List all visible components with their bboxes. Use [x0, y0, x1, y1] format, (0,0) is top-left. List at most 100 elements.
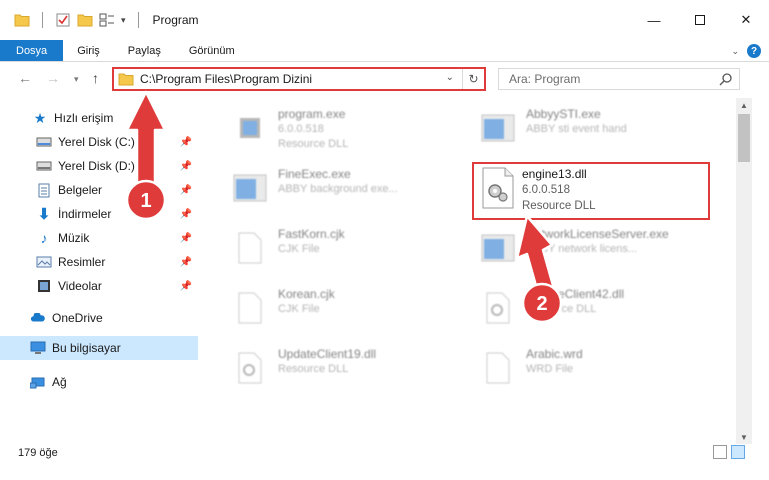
sidebar-item-label: Ağ — [52, 375, 67, 389]
pin-icon: 📌 — [179, 232, 192, 244]
exe-icon — [476, 106, 520, 150]
engine-dll-item[interactable]: engine13.dll 6.0.0.518 Resource DLL — [478, 166, 596, 214]
close-icon: ✕ — [740, 12, 752, 27]
address-bar[interactable]: C:\Program Files\Program Dizini ⌄ ↻ — [112, 67, 486, 91]
list-item[interactable]: NetworkLicenseServer.exe ABBY network lic… — [476, 226, 716, 278]
file-name: program.exe — [278, 107, 346, 121]
list-item[interactable]: program.exe 6.0.0.518 Resource DLL — [228, 106, 468, 158]
sidebar-item-videos[interactable]: Videolar 📌 — [0, 274, 198, 298]
status-bar: 179 öğe — [0, 442, 769, 464]
cloud-icon — [30, 310, 46, 326]
tab-home[interactable]: Giriş — [63, 40, 114, 61]
file-subtitle: WRD File — [526, 363, 574, 375]
dll-gear-icon — [478, 166, 518, 210]
sidebar-item-documents[interactable]: Belgeler 📌 — [0, 178, 198, 202]
file-name: UpdateClient19.dll — [278, 347, 377, 361]
list-item[interactable]: UpdateClient42.dll Resource DLL — [476, 286, 716, 338]
list-item[interactable]: Arabic.wrd WRD File — [476, 346, 716, 398]
minimize-icon: — — [647, 12, 661, 28]
file-icon — [228, 226, 272, 270]
tab-file[interactable]: Dosya — [0, 40, 64, 61]
file-subtitle: ABBY background exe... — [278, 183, 398, 195]
tab-share[interactable]: Paylaş — [114, 40, 175, 61]
file-subtitle: 6.0.0.518 — [278, 123, 324, 135]
file-name: FineExec.exe — [278, 167, 351, 181]
dll-icon — [228, 346, 272, 390]
refresh-icon: ↻ — [468, 72, 479, 86]
view-toggle — [713, 445, 745, 459]
search-input[interactable] — [509, 72, 709, 86]
forward-arrow-icon[interactable]: → — [46, 70, 60, 86]
sidebar-item-label: İndirmeler — [58, 207, 112, 221]
pin-icon: 📌 — [179, 160, 192, 172]
tab-view[interactable]: Görünüm — [175, 40, 249, 61]
list-item[interactable]: FastKorn.cjk CJK File — [228, 226, 468, 278]
expand-ribbon-icon[interactable]: ⌄ — [731, 46, 739, 57]
scroll-up-icon[interactable]: ▲ — [736, 98, 752, 112]
close-button[interactable]: ✕ — [723, 0, 769, 40]
file-version: 6.0.0.518 — [522, 184, 570, 196]
exe-icon — [228, 106, 272, 150]
up-arrow-icon[interactable]: ↑ — [92, 70, 99, 86]
sidebar-item-pictures[interactable]: Resimler 📌 — [0, 250, 198, 274]
recent-locations-icon[interactable]: ▾ — [74, 74, 79, 85]
file-list: program.exe 6.0.0.518 Resource DLL AbbyyST… — [206, 98, 734, 436]
list-item[interactable]: FineExec.exe ABBY background exe... — [228, 166, 468, 218]
sidebar-item-this-pc[interactable]: Bu bilgisayar — [0, 336, 198, 360]
file-icon — [228, 286, 272, 330]
file-subtitle: CJK File — [278, 303, 320, 315]
refresh-button[interactable]: ↻ — [462, 69, 484, 89]
sidebar-item-music[interactable]: ♪ Müzik 📌 — [0, 226, 198, 250]
file-subtitle: ABBY sti event hand — [526, 123, 627, 135]
sidebar-item-network[interactable]: Ağ — [0, 370, 198, 394]
sidebar-item-onedrive[interactable]: OneDrive — [0, 306, 198, 330]
sidebar-item-label: Yerel Disk (D:) — [58, 159, 135, 173]
list-item[interactable]: AbbyySTI.exe ABBY sti event hand — [476, 106, 716, 158]
folder-icon — [118, 73, 134, 86]
maximize-button[interactable] — [677, 0, 723, 40]
folder-icon[interactable] — [14, 13, 30, 27]
file-subtitle: ABBY network licens... — [526, 243, 638, 255]
item-count: 179 öğe — [18, 447, 58, 459]
file-icon — [476, 346, 520, 390]
back-arrow-icon[interactable]: ← — [18, 70, 32, 86]
file-name: FastKorn.cjk — [278, 227, 345, 241]
search-box[interactable] — [498, 68, 740, 90]
sidebar-item-quick-access[interactable]: ★ Hızlı erişim — [0, 106, 198, 130]
file-name: engine13.dll — [522, 167, 587, 181]
drive-icon — [36, 158, 52, 174]
sidebar-item-label: Resimler — [58, 255, 106, 269]
sidebar-item-downloads[interactable]: ⬇ İndirmeler 📌 — [0, 202, 198, 226]
list-item[interactable]: Korean.cjk CJK File — [228, 286, 468, 338]
list-item[interactable]: UpdateClient19.dll Resource DLL — [228, 346, 468, 398]
chevron-down-icon[interactable]: ▾ — [121, 15, 126, 26]
tiles-view-icon[interactable] — [731, 445, 745, 459]
music-icon: ♪ — [40, 230, 48, 246]
details-view-icon[interactable] — [713, 445, 727, 459]
search-icon — [719, 73, 732, 86]
address-path: C:\Program Files\Program Dizini — [140, 72, 313, 86]
video-icon — [36, 278, 52, 294]
file-type: Resource DLL — [278, 138, 349, 150]
sidebar-item-local-disk-c[interactable]: Yerel Disk (C:) 📌 — [0, 130, 198, 154]
properties-icon[interactable] — [55, 13, 71, 27]
new-folder-icon[interactable] — [77, 13, 93, 27]
file-name: AbbyySTI.exe — [526, 107, 601, 121]
download-icon: ⬇ — [37, 206, 51, 223]
minimize-button[interactable]: — — [631, 0, 677, 40]
view-menu-icon[interactable] — [99, 13, 115, 27]
maximize-icon — [695, 15, 705, 25]
sidebar-item-label: Hızlı erişim — [54, 111, 114, 125]
network-icon — [30, 374, 46, 390]
help-icon[interactable]: ? — [747, 44, 761, 58]
chevron-down-icon[interactable]: ⌄ — [446, 72, 454, 83]
document-icon — [36, 182, 52, 198]
file-type: Resource DLL — [522, 200, 596, 212]
sidebar-item-local-disk-d[interactable]: Yerel Disk (D:) 📌 — [0, 154, 198, 178]
vertical-scrollbar[interactable]: ▲ ▼ — [736, 98, 752, 444]
file-subtitle: Resource DLL — [526, 303, 597, 315]
exe-icon — [228, 166, 272, 210]
ribbon-tabs: Dosya Giriş Paylaş Görünüm ⌄ ? — [0, 40, 769, 62]
scroll-thumb[interactable] — [738, 114, 750, 162]
sidebar-item-label: OneDrive — [52, 311, 103, 325]
